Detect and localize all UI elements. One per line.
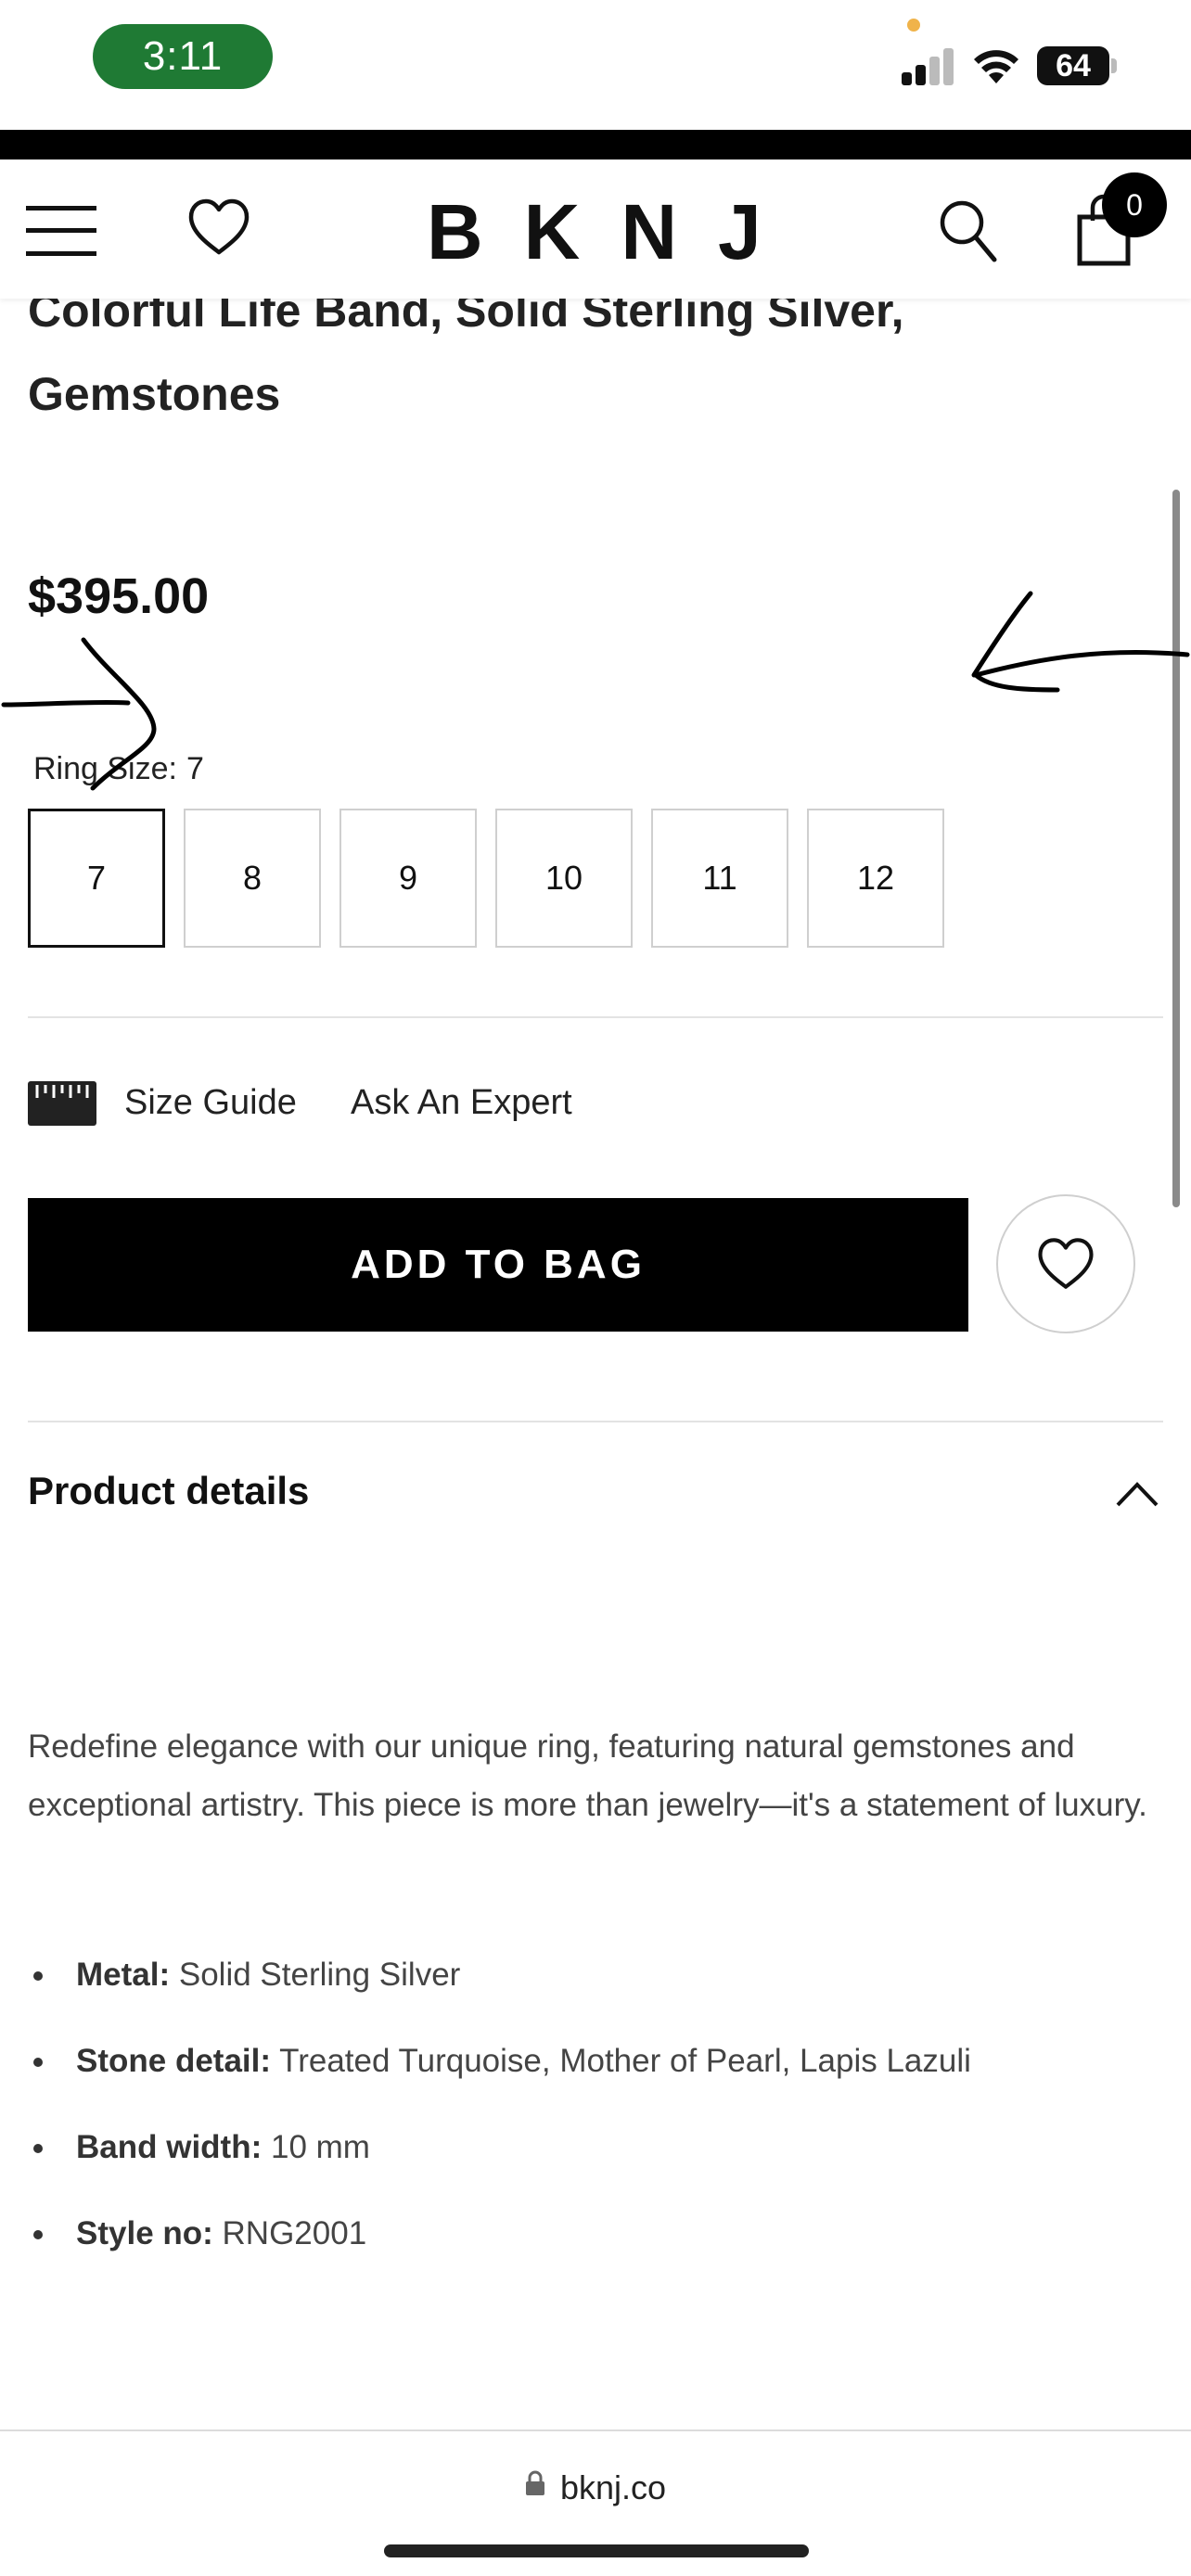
url-address[interactable]: bknj.co (560, 2468, 666, 2507)
spec-item-style-no: Style no: RNG2001 (28, 2206, 1159, 2292)
spec-value: 10 mm (270, 2129, 370, 2165)
status-time[interactable]: 3:11 (93, 24, 273, 89)
spec-item-stone: Stone detail: Treated Turquoise, Mother … (28, 2034, 1159, 2120)
heart-icon (1038, 1238, 1094, 1289)
cart-count-badge[interactable]: 0 (1102, 172, 1167, 237)
size-option-12[interactable]: 12 (807, 809, 944, 948)
ask-expert-link[interactable]: Ask An Expert (351, 1083, 572, 1123)
size-option-11[interactable]: 11 (651, 809, 788, 948)
size-option-10[interactable]: 10 (495, 809, 633, 948)
section-divider (28, 1016, 1163, 1018)
home-indicator[interactable] (384, 2544, 809, 2557)
status-bar: 3:11 64 (0, 0, 1191, 130)
site-header: BKNJ 0 (0, 159, 1191, 299)
promo-band (0, 130, 1191, 159)
battery-tip (1111, 58, 1117, 73)
spec-value: Treated Turquoise, Mother of Pearl, Lapi… (279, 2043, 971, 2079)
battery-icon: 64 (1037, 46, 1109, 85)
ruler-icon[interactable] (28, 1081, 96, 1126)
annotation-arrow-right (1, 637, 157, 791)
wishlist-button[interactable] (996, 1194, 1135, 1333)
annotation-arrow-left (971, 591, 1190, 693)
product-details-heading[interactable]: Product details (28, 1469, 309, 1513)
menu-icon[interactable] (26, 204, 96, 258)
add-to-bag-button[interactable]: ADD TO BAG (28, 1198, 968, 1332)
size-option-7[interactable]: 7 (28, 809, 165, 948)
wifi-icon (974, 50, 1018, 83)
spec-value: Solid Sterling Silver (178, 1957, 461, 1993)
spec-label: Metal: (76, 1957, 171, 1993)
brand-logo[interactable]: BKNJ (427, 187, 770, 275)
mic-indicator-dot (907, 19, 920, 32)
product-price: $395.00 (28, 568, 210, 624)
spec-label: Band width: (76, 2129, 263, 2165)
spec-label: Stone detail: (76, 2043, 272, 2079)
ring-size-selected-value: 7 (186, 751, 204, 786)
spec-value: RNG2001 (222, 2215, 367, 2251)
product-description: Redefine elegance with our unique ring, … (28, 1728, 1147, 1823)
browser-bottom-bar: bknj.co (0, 2429, 1191, 2576)
heart-icon[interactable] (186, 195, 252, 261)
section-divider (28, 1421, 1163, 1422)
lock-icon (526, 2470, 544, 2495)
size-option-8[interactable]: 8 (184, 809, 321, 948)
search-icon[interactable] (937, 197, 998, 263)
size-option-9[interactable]: 9 (339, 809, 477, 948)
chevron-up-icon[interactable] (1115, 1480, 1159, 1508)
spec-item-metal: Metal: Solid Sterling Silver (28, 1947, 1159, 2034)
size-guide-link[interactable]: Size Guide (124, 1083, 297, 1123)
spec-item-band-width: Band width: 10 mm (28, 2120, 1159, 2206)
cellular-signal-icon (902, 46, 957, 85)
product-spec-list: Metal: Solid Sterling Silver Stone detai… (28, 1947, 1159, 2292)
spec-label: Style no: (76, 2215, 213, 2251)
